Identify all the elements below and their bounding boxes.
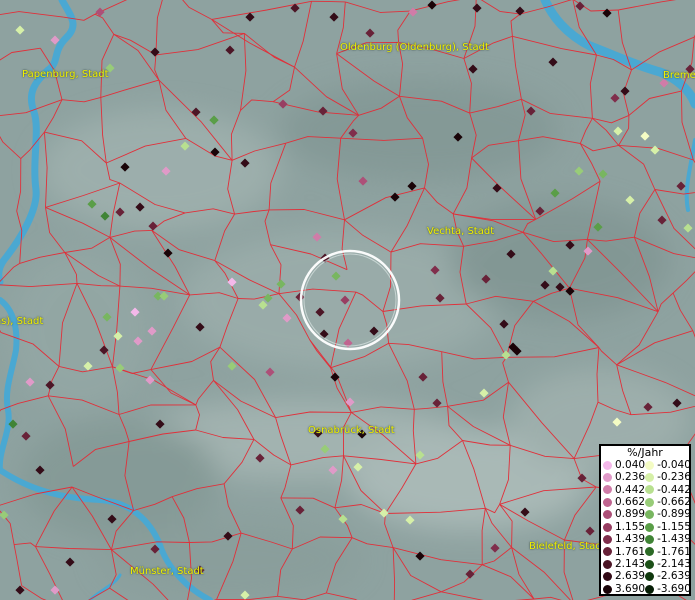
legend-label: -0.442: [657, 483, 691, 496]
legend-swatch: [603, 473, 612, 483]
city-name: Bremen: [663, 70, 695, 81]
legend-swatch: [645, 497, 655, 507]
legend-swatch: [645, 559, 655, 569]
legend-label: 0.899: [615, 508, 646, 521]
legend-row: 0.236 -0.236: [603, 471, 691, 484]
city-name: Bielefeld, Stadt: [529, 541, 606, 552]
legend-label: 0.236: [615, 471, 646, 484]
legend-swatch: [603, 510, 612, 520]
city-label: Osnabrück, Stadt: [308, 425, 395, 436]
legend-entry-positive: 0.040: [603, 459, 645, 472]
legend-entry-positive: 0.236: [603, 471, 645, 484]
legend-swatch: [645, 535, 655, 545]
legend-entry-negative: -1.439: [645, 533, 691, 546]
legend-row: 0.662 -0.662: [603, 495, 691, 509]
legend-label: -1.155: [657, 520, 691, 533]
legend-row: 0.442 -0.442: [603, 483, 691, 497]
legend-swatch: [645, 510, 655, 520]
legend-label: -3.690: [657, 582, 691, 595]
legend-entry-positive: 1.155: [603, 521, 645, 534]
legend-entry-negative: -0.899: [645, 508, 691, 521]
legend-swatch: [603, 559, 612, 569]
legend-label: -2.639: [657, 570, 691, 583]
legend-rows: 0.040 -0.040 0.236 -0.236 0.442 -0.442 0.662 -0…: [603, 458, 691, 596]
legend-row: 3.690 -3.690: [603, 582, 691, 596]
legend-entry-negative: -2.639: [645, 570, 691, 583]
legend-label: 0.040: [615, 458, 646, 471]
legend-label: -0.236: [657, 471, 691, 484]
legend-row: 1.155 -1.155: [603, 520, 691, 534]
legend-entry-positive: 0.442: [603, 484, 645, 497]
legend-swatch: [645, 522, 655, 532]
legend-label: 0.442: [615, 483, 646, 496]
city-label: Papenburg, Stadt: [22, 69, 109, 80]
legend-row: 0.899 -0.899: [603, 508, 691, 521]
legend-label: -0.040: [657, 458, 691, 471]
legend-label: -0.899: [657, 508, 691, 521]
legend-swatch: [645, 547, 655, 557]
legend-entry-negative: -3.690: [645, 582, 691, 596]
legend-swatch: [603, 485, 612, 495]
legend-row: 2.143 -2.143: [603, 557, 691, 571]
legend-swatch: [645, 584, 655, 594]
legend-entry-positive: 0.662: [603, 496, 645, 509]
legend-swatch: [603, 572, 612, 582]
legend-label: 2.639: [615, 570, 646, 583]
legend-label: 1.439: [615, 533, 646, 546]
legend-entry-positive: 2.143: [603, 558, 645, 571]
city-label: Bremen: [663, 70, 695, 81]
city-name: Münster, Stadt: [130, 566, 204, 577]
legend-label: 0.662: [615, 495, 646, 508]
legend-swatch: [603, 460, 612, 470]
legend-swatch: [603, 535, 612, 545]
legend-swatch: [603, 522, 612, 532]
legend-label: 2.143: [615, 557, 646, 570]
city-name: Papenburg, Stadt: [22, 69, 109, 80]
legend-label: -0.662: [657, 495, 691, 508]
legend-swatch: [603, 497, 612, 507]
legend-title: %/Jahr: [627, 446, 663, 459]
city-name: Osnabrück, Stadt: [308, 425, 395, 436]
legend-entry-negative: -0.040: [645, 458, 691, 472]
city-label: Vechta, Stadt: [427, 226, 494, 237]
legend-swatch: [645, 572, 655, 582]
map-view[interactable]: Oldenburg (Oldenburg), Stadt Papenburg, S…: [0, 0, 695, 600]
legend-entry-positive: 1.439: [603, 533, 645, 546]
legend-entry-positive: 3.690: [603, 583, 645, 596]
legend-entry-positive: 1.761: [603, 546, 645, 559]
legend-label: 1.761: [615, 545, 646, 558]
city-name: Vechta, Stadt: [427, 226, 495, 237]
city-label: Bielefeld, Stadt: [529, 541, 606, 552]
legend-row: 2.639 -2.639: [603, 570, 691, 583]
legend-swatch: [645, 485, 655, 495]
legend-swatch: [645, 460, 655, 470]
city-label: Oldenburg (Oldenburg), Stadt: [340, 42, 489, 53]
legend-row: 1.761 -1.761: [603, 545, 691, 559]
legend-entry-positive: 2.639: [603, 570, 645, 583]
legend-label: -1.761: [657, 545, 691, 558]
legend-entry-negative: -0.662: [645, 495, 691, 509]
map-canvas[interactable]: [0, 0, 695, 600]
city-name: Meppen (Ems), Stadt: [0, 316, 44, 327]
legend-entry-negative: -2.143: [645, 557, 691, 571]
legend-swatch: [603, 547, 612, 557]
legend-label: 1.155: [615, 520, 646, 533]
legend-entry-negative: -1.761: [645, 545, 691, 559]
legend-label: -1.439: [657, 533, 691, 546]
city-label: Meppen (Ems), Stadt: [0, 316, 43, 327]
legend-label: 3.690: [615, 582, 646, 595]
legend-label: -2.143: [657, 557, 691, 570]
legend-swatch: [603, 584, 612, 594]
map-legend: %/Jahr 0.040 -0.040 0.236 -0.236 0.442 -0.442…: [599, 444, 691, 596]
legend-entry-negative: -1.155: [645, 520, 691, 534]
legend-swatch: [645, 473, 655, 483]
legend-entry-negative: -0.442: [645, 483, 691, 497]
legend-row: 1.439 -1.439: [603, 533, 691, 546]
legend-row: 0.040 -0.040: [603, 458, 691, 472]
legend-entry-positive: 0.899: [603, 508, 645, 521]
city-name: Oldenburg (Oldenburg), Stadt: [340, 42, 489, 53]
city-label: Münster, Stadt: [130, 566, 204, 577]
legend-entry-negative: -0.236: [645, 471, 691, 484]
